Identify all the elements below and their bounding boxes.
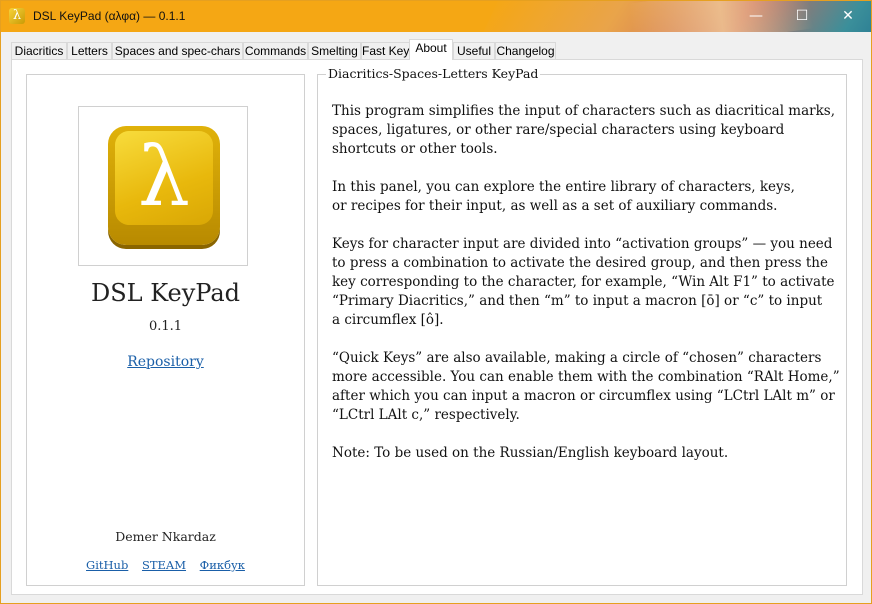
tab-commands[interactable]: Commands	[243, 42, 308, 59]
about-page: λ DSL KeyPad 0.1.1 Repository Demer Nkar…	[11, 59, 863, 595]
description-paragraph: In this panel, you can explore the entir…	[332, 179, 795, 214]
app-version: 0.1.1	[148, 319, 183, 334]
app-info-panel: λ DSL KeyPad 0.1.1 Repository Demer Nkar…	[26, 74, 305, 586]
tab-spaces-and-spec-chars[interactable]: Spaces and spec-chars	[112, 42, 243, 59]
github-link[interactable]: GitHub	[86, 558, 128, 572]
description-paragraph: Keys for character input are divided int…	[332, 236, 835, 328]
title-bar[interactable]: λ DSL KeyPad (αλφα) — 0.1.1 — ☐ ✕	[1, 1, 871, 32]
group-title: Diacritics-Spaces-Letters KeyPad	[326, 66, 541, 81]
description-paragraph: Note: To be used on the Russian/English …	[332, 445, 729, 461]
ficbook-link[interactable]: Фикбук	[200, 558, 245, 572]
author-name: Demer Nkardaz	[115, 529, 216, 544]
description-text: This program simplifies the input of cha…	[332, 102, 842, 482]
tab-changelog[interactable]: Changelog	[495, 42, 556, 59]
tab-diacritics[interactable]: Diacritics	[11, 42, 67, 59]
repository-link[interactable]: Repository	[27, 354, 304, 370]
lambda-icon: λ	[115, 131, 213, 225]
app-lambda-icon: λ	[9, 8, 25, 24]
maximize-button[interactable]: ☐	[779, 1, 825, 32]
minimize-button[interactable]: —	[733, 1, 779, 32]
author-links: GitHub STEAM Фикбук	[27, 558, 304, 572]
window-title: DSL KeyPad (αλφα) — 0.1.1	[33, 9, 186, 23]
description-group: Diacritics-Spaces-Letters KeyPad This pr…	[317, 66, 847, 586]
tab-fast-keys[interactable]: Fast Keys	[361, 42, 415, 59]
logo-frame: λ	[78, 106, 248, 266]
tab-bar: Diacritics Letters Spaces and spec-chars…	[11, 39, 871, 60]
app-name: DSL KeyPad	[90, 279, 241, 307]
description-paragraph: This program simplifies the input of cha…	[332, 103, 836, 157]
steam-link[interactable]: STEAM	[142, 558, 186, 572]
app-window: λ DSL KeyPad (αλφα) — 0.1.1 — ☐ ✕ Diacri…	[0, 0, 872, 604]
tab-letters[interactable]: Letters	[67, 42, 112, 59]
tab-useful[interactable]: Useful	[453, 42, 495, 59]
tab-smelting[interactable]: Smelting	[308, 42, 361, 59]
app-logo: λ	[108, 126, 220, 245]
tab-about[interactable]: About	[409, 39, 453, 60]
description-paragraph: “Quick Keys” are also available, making …	[332, 350, 840, 423]
close-button[interactable]: ✕	[825, 1, 871, 32]
